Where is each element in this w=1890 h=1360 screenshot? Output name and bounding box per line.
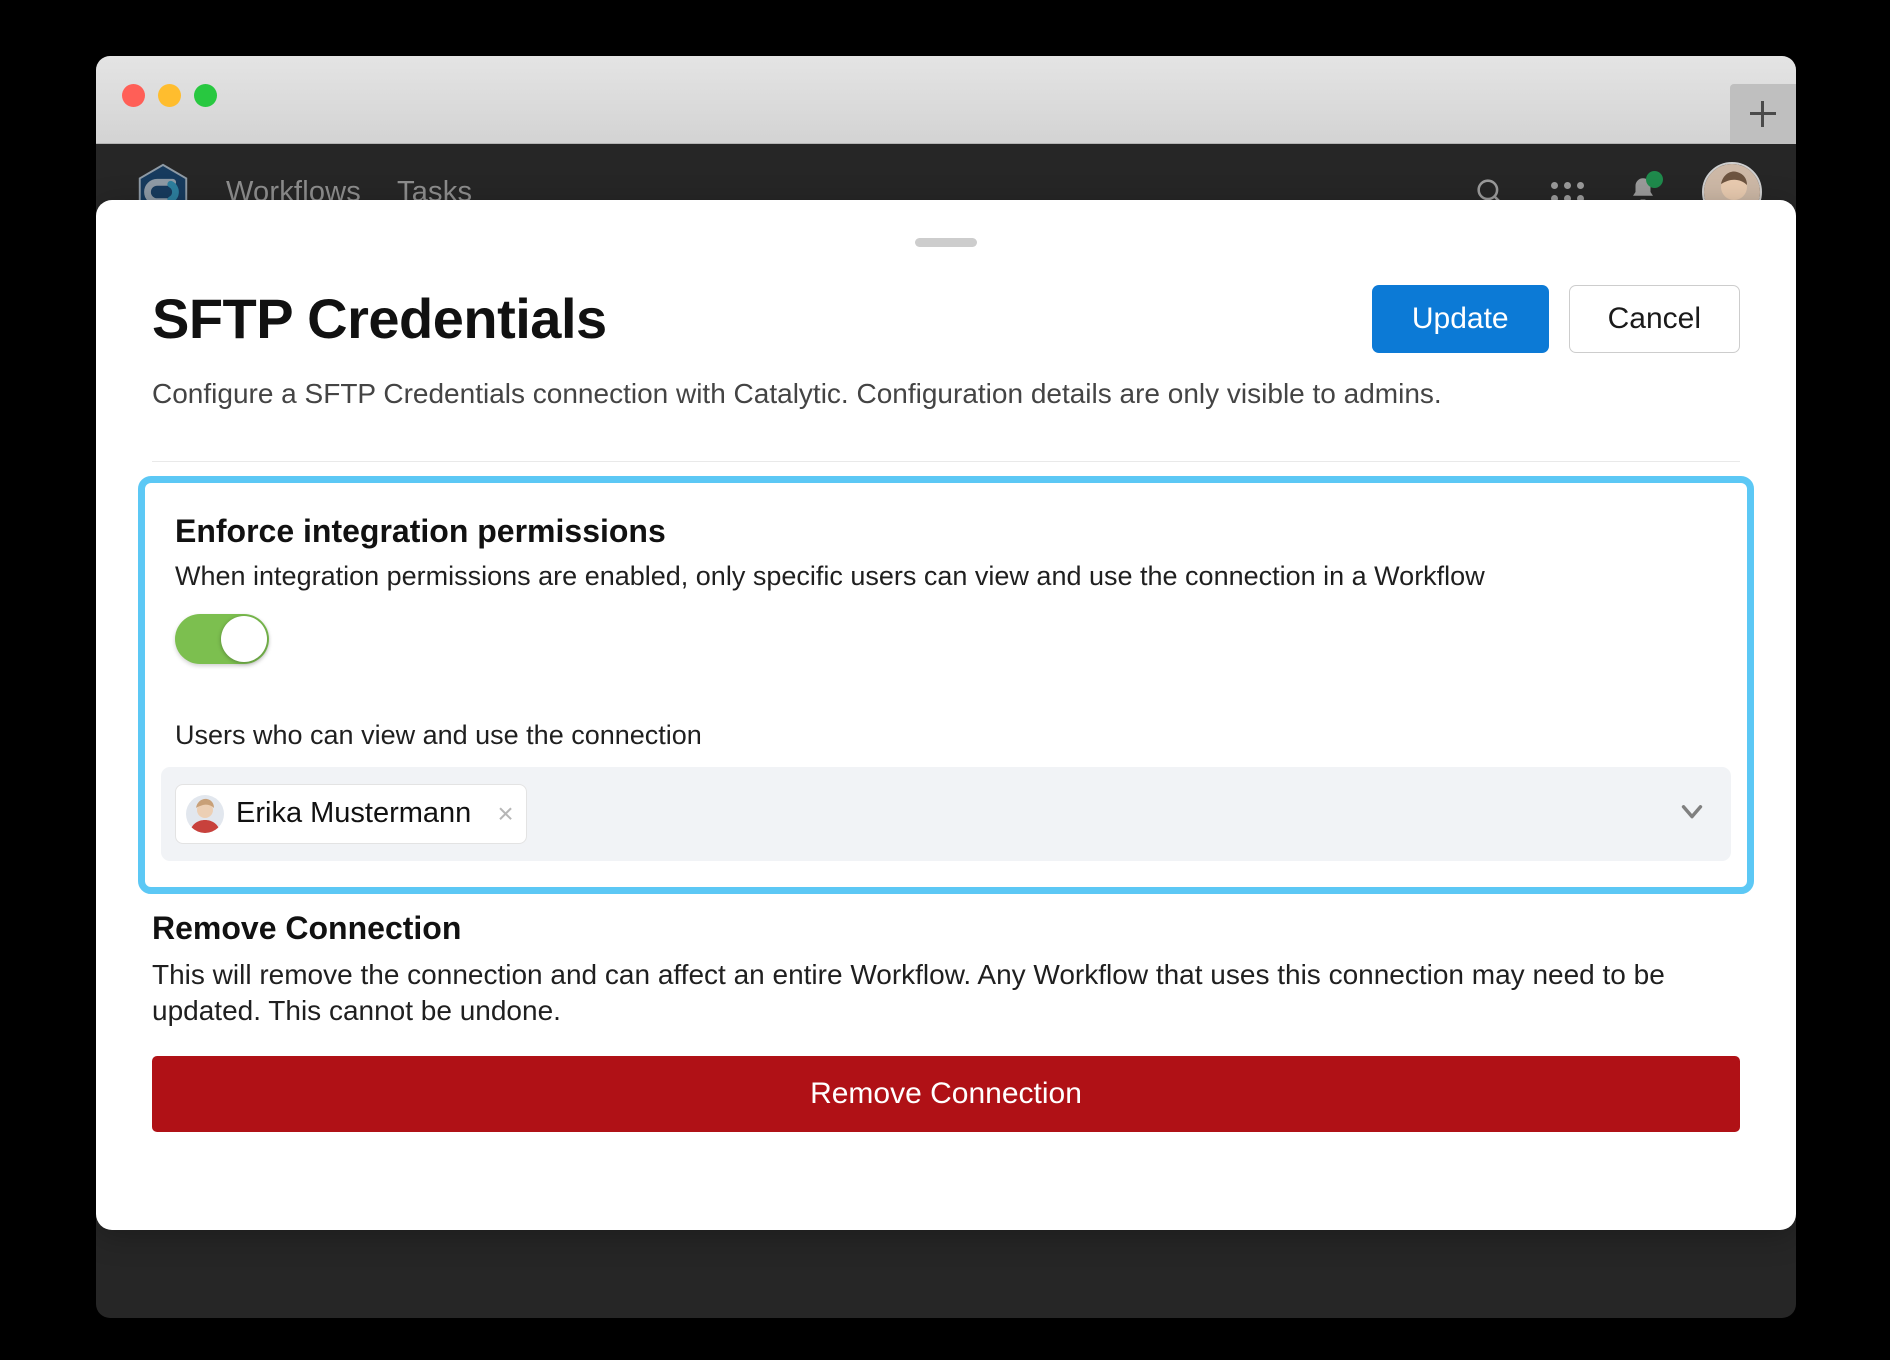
cancel-button[interactable]: Cancel: [1568, 285, 1740, 353]
minimize-window-button[interactable]: [158, 84, 181, 107]
permissions-description: When integration permissions are enabled…: [175, 560, 1485, 591]
header-divider: [152, 460, 1740, 462]
chevron-down-icon[interactable]: [1675, 794, 1709, 833]
enforce-permissions-toggle[interactable]: [175, 613, 269, 664]
users-select-field[interactable]: Erika Mustermann ×: [161, 766, 1731, 861]
remove-connection-heading: Remove Connection: [152, 909, 462, 946]
page-title: SFTP Credentials: [152, 287, 607, 350]
apps-grid-icon[interactable]: [1551, 182, 1584, 202]
user-chip-avatar: [186, 794, 224, 833]
permissions-heading: Enforce integration permissions: [175, 512, 666, 549]
window-traffic-lights: [122, 84, 217, 107]
close-window-button[interactable]: [122, 84, 145, 107]
new-tab-button[interactable]: [1730, 84, 1796, 144]
modal-header-actions: Update Cancel: [1371, 285, 1740, 353]
modal-subtitle: Configure a SFTP Credentials connection …: [152, 378, 1442, 409]
update-button[interactable]: Update: [1371, 285, 1549, 353]
remove-connection-section: Remove Connection This will remove the c…: [96, 894, 1796, 1133]
plus-icon: [1750, 101, 1776, 127]
user-chip-remove-button[interactable]: ×: [497, 799, 513, 828]
modal-header: SFTP Credentials Update Cancel: [96, 247, 1796, 353]
enforce-permissions-panel: Enforce integration permissions When int…: [138, 475, 1754, 894]
browser-titlebar: [96, 56, 1796, 144]
user-chip-name: Erika Mustermann: [236, 797, 472, 830]
maximize-window-button[interactable]: [194, 84, 217, 107]
remove-connection-button[interactable]: Remove Connection: [152, 1056, 1740, 1133]
toggle-knob: [221, 615, 267, 662]
remove-connection-description: This will remove the connection and can …: [152, 958, 1665, 1026]
modal-drag-handle[interactable]: [915, 238, 977, 247]
users-field-label: Users who can view and use the connectio…: [175, 719, 702, 750]
user-chip[interactable]: Erika Mustermann ×: [175, 783, 527, 844]
sftp-credentials-modal: SFTP Credentials Update Cancel Configure…: [96, 200, 1796, 1230]
notification-badge: [1646, 171, 1663, 188]
